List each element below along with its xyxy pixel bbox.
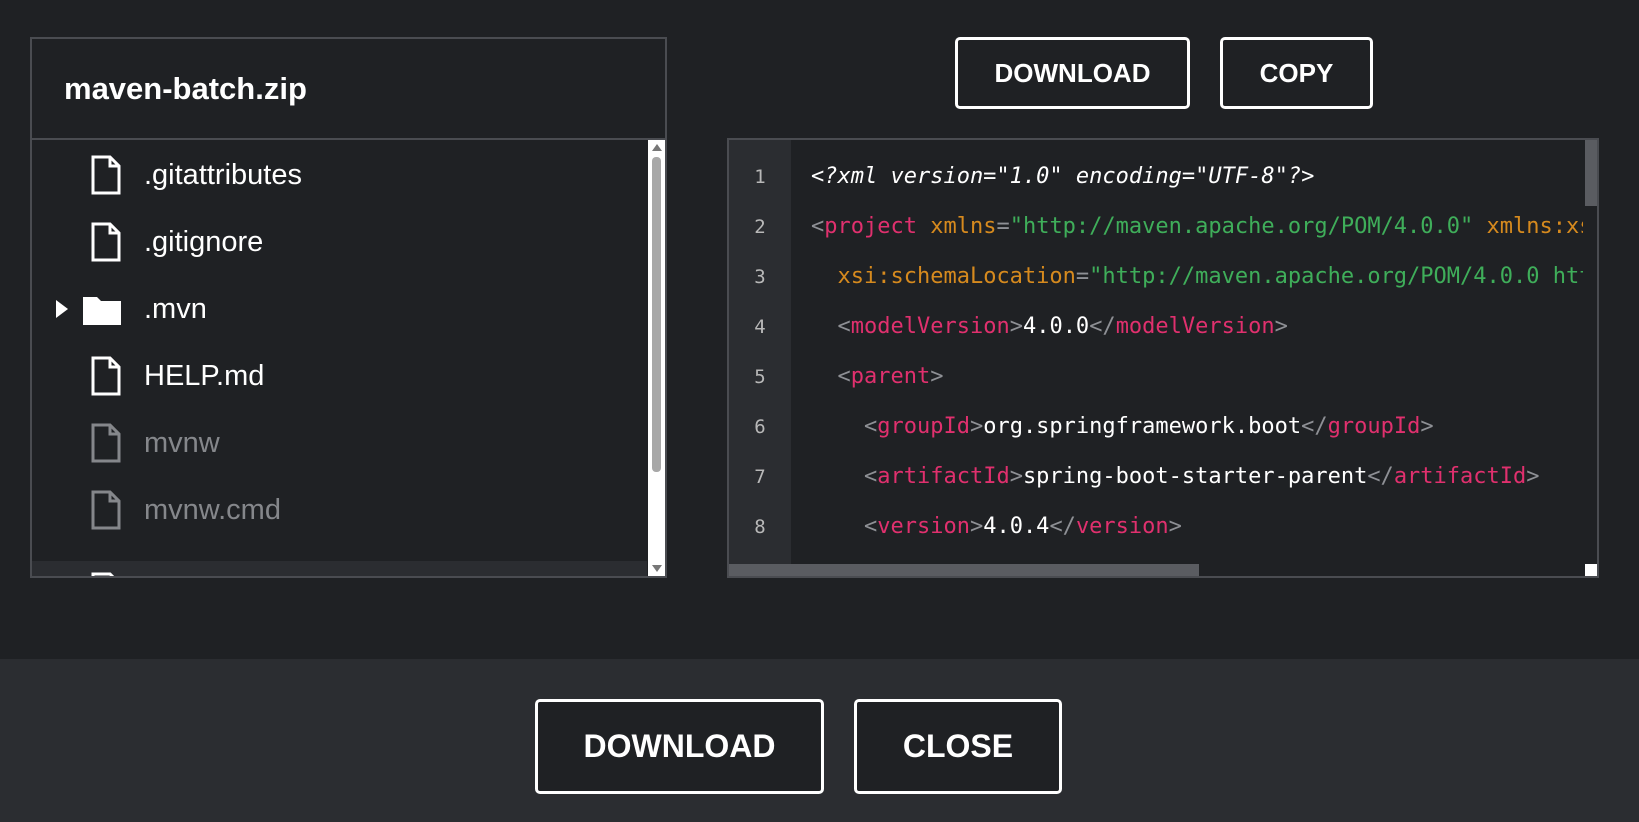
tree-item-label: .gitattributes [144,159,302,191]
code-line: 5 <parent> [729,352,1597,402]
download-zip-button[interactable]: DOWNLOAD [535,699,824,794]
code-line: 1 <?xml version="1.0" encoding="UTF-8"?> [729,152,1597,202]
tree-item-gitattributes[interactable]: .gitattributes [32,140,647,210]
tree-scrollbar[interactable] [648,140,665,576]
tree-item-label: .gitignore [144,226,264,258]
code-text: <version>4.0.4</version> [863,514,1182,539]
scroll-down-icon[interactable] [652,565,662,572]
code-text: <artifactId>spring-boot-starter-parent</… [863,464,1540,489]
expand-caret-icon[interactable] [56,300,68,318]
line-number: 5 [754,366,766,388]
code-text: <parent> [837,364,944,389]
code-horizontal-scrollbar[interactable] [729,564,1585,576]
line-number: 6 [754,416,766,438]
dialog-footer: DOWNLOAD CLOSE [0,659,1639,822]
line-number: 4 [754,316,766,338]
scrollbar-thumb[interactable] [1585,140,1597,206]
tree-item-label: mvnw.cmd [144,494,281,526]
file-icon [91,572,115,576]
code-line: 4 <modelVersion>4.0.0</modelVersion> [729,302,1597,352]
line-number: 3 [754,266,766,288]
code-text: xsi:schemaLocation="http://maven.apache.… [837,264,1598,289]
folder-icon [83,297,121,325]
code-line: 6 <groupId>org.springframework.boot</gro… [729,402,1597,452]
code-text: <project xmlns="http://maven.apache.org/… [811,214,1599,239]
code-line: 7 <artifactId>spring-boot-starter-parent… [729,452,1597,502]
tree-item-label: .mvn [144,293,207,325]
file-icon [91,155,121,195]
copy-button[interactable]: COPY [1220,37,1373,109]
tree-item-partial[interactable] [32,561,647,576]
tree-item-mvnw-cmd[interactable]: mvnw.cmd [32,475,647,545]
tree-item-help-md[interactable]: HELP.md [32,341,647,411]
tree-item-gitignore[interactable]: .gitignore [32,207,647,277]
explorer-header: maven-batch.zip [32,39,665,140]
code-text: <groupId>org.springframework.boot</group… [863,414,1434,439]
line-number: 8 [754,516,766,538]
code-line: 2 <project xmlns="http://maven.apache.org… [729,202,1599,252]
code-line: 8 <version>4.0.4</version> [729,502,1597,552]
scrollbar-corner [1585,564,1597,576]
file-icon [91,356,121,396]
tree-item-label: HELP.md [144,360,265,392]
close-button[interactable]: CLOSE [854,699,1062,794]
tree-item-mvn-folder[interactable]: .mvn [32,274,647,344]
scroll-up-icon[interactable] [652,144,662,151]
code-vertical-scrollbar[interactable] [1583,140,1597,566]
scrollbar-thumb[interactable] [652,157,661,472]
tree-item-label: mvnw [144,427,220,459]
code-viewer[interactable]: 1 <?xml version="1.0" encoding="UTF-8"?> 2… [727,138,1599,578]
file-tree[interactable]: .gitattributes .gitignore .mvn HELP.md m… [32,140,665,576]
tree-item-mvnw[interactable]: mvnw [32,408,647,478]
line-number: 7 [754,466,766,488]
archive-name: maven-batch.zip [64,70,307,106]
code-line: 3 xsi:schemaLocation="http://maven.apach… [729,252,1598,302]
line-number: 1 [754,166,766,188]
code-text: <?xml version="1.0" encoding="UTF-8"?> [811,164,1315,189]
scrollbar-thumb[interactable] [729,564,1199,576]
file-icon [91,423,121,463]
download-file-button[interactable]: DOWNLOAD [955,37,1190,109]
line-number: 2 [754,216,766,238]
file-explorer: maven-batch.zip .gitattributes .gitignor… [30,37,667,578]
file-icon [91,490,121,530]
code-text: <modelVersion>4.0.0</modelVersion> [837,314,1288,339]
file-icon [91,222,121,262]
